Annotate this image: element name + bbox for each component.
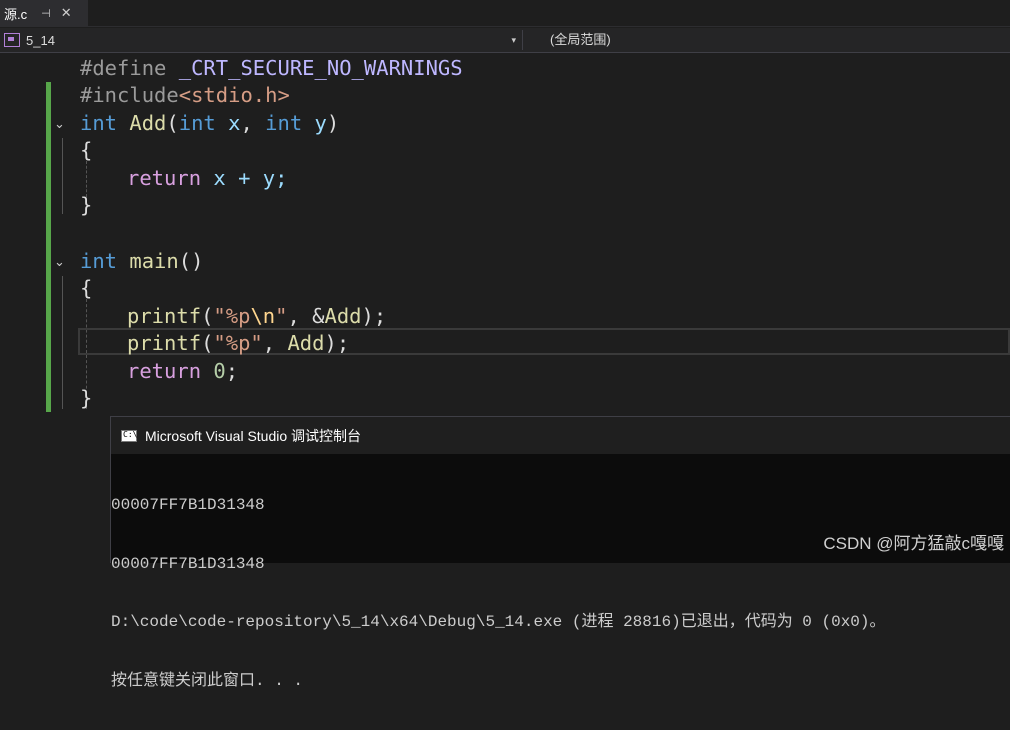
watermark: CSDN @阿方猛敲c嘎嘎 bbox=[823, 534, 1004, 553]
terminator: ; bbox=[225, 359, 239, 383]
console-app-icon bbox=[121, 429, 137, 442]
change-tracking-bar bbox=[46, 82, 51, 412]
fold-bracket bbox=[62, 138, 63, 214]
scope-dropdown[interactable]: (全局范围) bbox=[550, 28, 611, 52]
function-name: Add bbox=[324, 304, 362, 328]
code-line-2[interactable]: #include<stdio.h> bbox=[80, 82, 290, 109]
console-line: D:\code\code-repository\5_14\x64\Debug\5… bbox=[111, 613, 886, 631]
code-line-12[interactable]: return 0; bbox=[127, 358, 238, 385]
operator: , & bbox=[287, 304, 325, 328]
function-name: printf bbox=[127, 304, 202, 328]
code-line-10[interactable]: printf("%p\n", &Add); bbox=[127, 303, 386, 330]
param: x bbox=[228, 111, 241, 135]
param: y bbox=[314, 111, 327, 135]
code-line-5[interactable]: return x + y; bbox=[127, 165, 287, 192]
keyword: return bbox=[127, 359, 202, 383]
code-line-1[interactable]: #define _CRT_SECURE_NO_WARNINGS bbox=[80, 55, 463, 82]
function-name: printf bbox=[127, 331, 202, 355]
number: 0 bbox=[213, 359, 226, 383]
console-line: 00007FF7B1D31348 bbox=[111, 496, 265, 514]
keyword: int bbox=[265, 111, 303, 135]
divider bbox=[522, 30, 523, 50]
tab-label: 源.c bbox=[4, 6, 28, 22]
paren: ( bbox=[166, 111, 179, 135]
terminator: ); bbox=[361, 304, 387, 328]
project-name: 5_14 bbox=[26, 32, 55, 48]
code-line-3[interactable]: int Add(int x, int y) bbox=[80, 110, 339, 137]
keyword: int bbox=[80, 249, 118, 273]
paren: () bbox=[178, 249, 204, 273]
close-icon[interactable]: ✕ bbox=[61, 5, 72, 21]
keyword: int bbox=[178, 111, 216, 135]
chevron-down-icon[interactable]: ▾ bbox=[511, 28, 516, 52]
keyword: int bbox=[80, 111, 118, 135]
macro-name: _CRT_SECURE_NO_WARNINGS bbox=[178, 56, 463, 80]
terminator: ); bbox=[324, 331, 350, 355]
comma: , bbox=[240, 111, 266, 135]
directive: #include bbox=[80, 83, 179, 107]
string: " bbox=[275, 304, 288, 328]
string: "%p" bbox=[213, 331, 263, 355]
fold-bracket bbox=[62, 276, 63, 409]
console-title-bar[interactable]: Microsoft Visual Studio 调试控制台 bbox=[111, 417, 1010, 454]
paren: ( bbox=[201, 331, 214, 355]
operator: , bbox=[262, 331, 288, 355]
tab-source-file[interactable]: 源.c ⊣ ✕ bbox=[0, 0, 88, 26]
paren: ) bbox=[326, 111, 340, 135]
tab-strip: 源.c ⊣ ✕ bbox=[0, 0, 1010, 27]
console-title: Microsoft Visual Studio 调试控制台 bbox=[145, 427, 362, 444]
function-name: Add bbox=[287, 331, 325, 355]
expression: x + y; bbox=[201, 166, 288, 190]
code-line-6[interactable]: } bbox=[80, 192, 92, 219]
project-dropdown[interactable]: 5_14 ▾ bbox=[4, 28, 518, 52]
code-line-9[interactable]: { bbox=[80, 275, 92, 302]
fold-chevron-icon[interactable]: ⌄ bbox=[54, 110, 65, 137]
console-line: 按任意键关闭此窗口. . . bbox=[111, 671, 304, 690]
fold-chevron-icon[interactable]: ⌄ bbox=[54, 248, 65, 275]
project-icon bbox=[4, 33, 20, 47]
function-name: Add bbox=[129, 111, 167, 135]
code-line-8[interactable]: int main() bbox=[80, 248, 203, 275]
code-line-4[interactable]: { bbox=[80, 137, 92, 164]
pin-icon[interactable]: ⊣ bbox=[41, 7, 51, 20]
code-line-13[interactable]: } bbox=[80, 385, 92, 412]
header-name: <stdio.h> bbox=[178, 83, 290, 107]
paren: ( bbox=[201, 304, 214, 328]
string: "%p bbox=[213, 304, 251, 328]
function-name: main bbox=[129, 249, 179, 273]
code-line-11[interactable]: printf("%p", Add); bbox=[127, 330, 349, 357]
navigation-bar: 5_14 ▾ (全局范围) bbox=[0, 28, 1010, 53]
directive: #define bbox=[80, 56, 179, 80]
console-line: 00007FF7B1D31348 bbox=[111, 554, 265, 573]
console-output[interactable]: 00007FF7B1D31348 00007FF7B1D31348 D:\cod… bbox=[111, 457, 1010, 730]
escape-seq: \n bbox=[250, 304, 276, 328]
keyword: return bbox=[127, 166, 202, 190]
